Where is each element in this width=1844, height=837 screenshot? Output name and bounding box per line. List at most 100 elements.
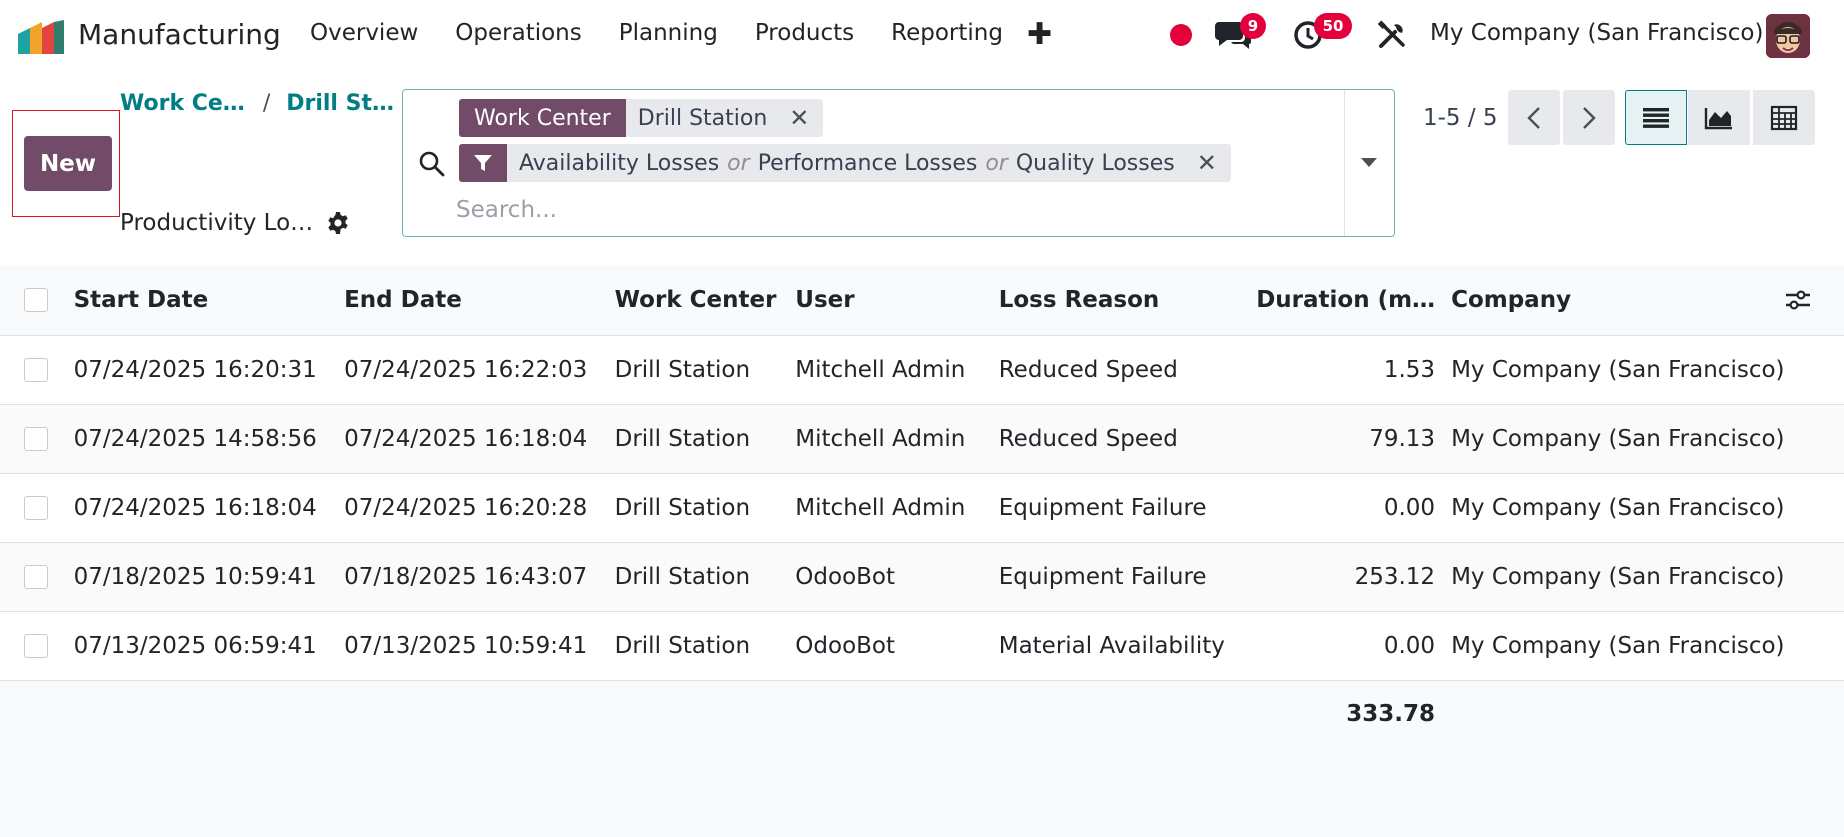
- cell-loss-reason: Equipment Failure: [998, 563, 1207, 590]
- pager-value[interactable]: 1-5 / 5: [1423, 105, 1498, 131]
- list-view-button[interactable]: [1625, 90, 1687, 145]
- chevron-left-icon: [1527, 106, 1540, 129]
- table-row[interactable]: 07/13/2025 06:59:41 07/13/2025 10:59:41 …: [0, 611, 1844, 680]
- cell-end-date: 07/13/2025 10:59:41: [344, 632, 588, 659]
- chevron-down-icon[interactable]: [1361, 158, 1377, 167]
- footer-empty: [615, 680, 796, 748]
- debug-tools-icon[interactable]: [1377, 20, 1407, 50]
- pivot-view-button[interactable]: [1753, 90, 1815, 145]
- facet-value: Quality Losses: [1015, 150, 1175, 176]
- row-checkbox[interactable]: [24, 358, 48, 382]
- main-menu: Overview Operations Planning Products Re…: [310, 20, 1040, 46]
- footer-empty: [1785, 680, 1844, 748]
- breadcrumb-drill-station[interactable]: Drill St…: [286, 91, 394, 116]
- row-checkbox-cell: [0, 335, 74, 404]
- column-duration[interactable]: Duration (m…: [1256, 265, 1452, 336]
- cell-empty: [1785, 473, 1844, 542]
- search-input[interactable]: [456, 194, 1326, 226]
- cell-duration: 253.12: [1354, 563, 1436, 590]
- breadcrumb-separator: /: [262, 91, 271, 116]
- footer-empty: [0, 680, 74, 748]
- facet-filters: Availability Losses or Performance Losses o…: [459, 144, 1231, 182]
- table-row[interactable]: 07/18/2025 10:59:41 07/18/2025 16:43:07 …: [0, 542, 1844, 611]
- footer-empty: [344, 680, 615, 748]
- duration-total: 333.78: [1346, 701, 1436, 728]
- facet-or: or: [985, 150, 1008, 176]
- facet-values: Availability Losses or Performance Losses o…: [507, 151, 1187, 176]
- row-checkbox[interactable]: [24, 634, 48, 658]
- graph-view-button[interactable]: [1688, 90, 1750, 145]
- facet-work-center: Work Center Drill Station ✕: [459, 99, 824, 137]
- cell-empty: [1785, 611, 1844, 680]
- menu-products[interactable]: Products: [755, 20, 854, 46]
- column-loss-reason[interactable]: Loss Reason: [998, 265, 1257, 336]
- cell-start-date: 07/24/2025 16:18:04: [73, 494, 317, 521]
- cell-start-date: 07/18/2025 10:59:41: [73, 563, 317, 590]
- remove-facet-icon[interactable]: ✕: [1197, 149, 1217, 177]
- facet-value: Drill Station: [637, 105, 768, 131]
- cell-work-center: Drill Station: [614, 356, 751, 383]
- menu-operations[interactable]: Operations: [455, 20, 581, 46]
- table-header-row: Start Date End Date Work Center User Los…: [0, 265, 1844, 336]
- graph-view-icon: [1704, 107, 1732, 129]
- row-checkbox[interactable]: [24, 565, 48, 589]
- menu-overview[interactable]: Overview: [310, 20, 418, 46]
- cell-duration: 79.13: [1369, 425, 1436, 452]
- cell-end-date: 07/18/2025 16:43:07: [344, 563, 588, 590]
- cell-work-center: Drill Station: [614, 494, 751, 521]
- breadcrumb: Work Ce… / Drill St…: [120, 91, 394, 116]
- cell-work-center: Drill Station: [614, 632, 751, 659]
- messages-count-badge: 9: [1240, 13, 1266, 39]
- table-row[interactable]: 07/24/2025 16:18:04 07/24/2025 16:20:28 …: [0, 473, 1844, 542]
- breadcrumb-work-centers[interactable]: Work Ce…: [120, 91, 245, 116]
- pager-next-button[interactable]: [1563, 90, 1615, 145]
- productivity-losses-table: Start Date End Date Work Center User Los…: [0, 265, 1844, 748]
- search-icon[interactable]: [418, 150, 446, 178]
- column-work-center[interactable]: Work Center: [614, 265, 796, 336]
- table-row[interactable]: 07/24/2025 16:20:31 07/24/2025 16:22:03 …: [0, 335, 1844, 404]
- plus-icon[interactable]: ✚: [1027, 17, 1052, 52]
- cell-company: My Company (San Francisco): [1451, 425, 1785, 452]
- optional-columns-cell: [1784, 265, 1844, 336]
- remove-facet-icon[interactable]: ✕: [789, 104, 809, 132]
- select-all-checkbox[interactable]: [24, 288, 48, 313]
- cell-company: My Company (San Francisco): [1451, 494, 1785, 521]
- recording-dot-icon[interactable]: [1170, 24, 1192, 46]
- cell-loss-reason: Reduced Speed: [998, 356, 1178, 383]
- pivot-view-icon: [1770, 105, 1798, 130]
- row-checkbox-cell: [0, 542, 74, 611]
- cell-user: Mitchell Admin: [795, 356, 966, 383]
- column-user[interactable]: User: [795, 265, 999, 336]
- column-company[interactable]: Company: [1451, 265, 1785, 336]
- row-checkbox[interactable]: [24, 496, 48, 520]
- row-checkbox[interactable]: [24, 427, 48, 451]
- filter-icon: [459, 144, 507, 182]
- menu-reporting[interactable]: Reporting: [891, 20, 1003, 46]
- cell-empty: [1785, 404, 1844, 473]
- column-start-date[interactable]: Start Date: [73, 265, 345, 336]
- footer-empty: [999, 680, 1256, 748]
- optional-columns-icon[interactable]: [1785, 287, 1811, 313]
- menu-planning[interactable]: Planning: [619, 20, 718, 46]
- footer-empty: [1451, 680, 1784, 748]
- cell-duration: 0.00: [1383, 494, 1436, 521]
- table-row[interactable]: 07/24/2025 14:58:56 07/24/2025 16:18:04 …: [0, 404, 1844, 473]
- column-end-date[interactable]: End Date: [344, 265, 615, 336]
- row-checkbox-cell: [0, 404, 74, 473]
- footer-empty: [795, 680, 998, 748]
- cell-end-date: 07/24/2025 16:22:03: [344, 356, 588, 383]
- pager-previous-button[interactable]: [1508, 90, 1560, 145]
- table-footer-row: 333.78: [0, 680, 1844, 748]
- new-button[interactable]: New: [24, 136, 112, 191]
- cell-company: My Company (San Francisco): [1451, 356, 1785, 383]
- cell-end-date: 07/24/2025 16:18:04: [344, 425, 588, 452]
- app-name[interactable]: Manufacturing: [78, 18, 281, 51]
- gear-icon[interactable]: [326, 211, 350, 235]
- chevron-right-icon: [1583, 106, 1596, 129]
- company-switcher[interactable]: My Company (San Francisco): [1430, 20, 1763, 46]
- cell-empty: [1785, 335, 1844, 404]
- cell-start-date: 07/24/2025 16:20:31: [73, 356, 317, 383]
- manufacturing-app-icon[interactable]: [18, 20, 64, 54]
- user-avatar[interactable]: [1766, 14, 1810, 58]
- cell-user: Mitchell Admin: [795, 425, 966, 452]
